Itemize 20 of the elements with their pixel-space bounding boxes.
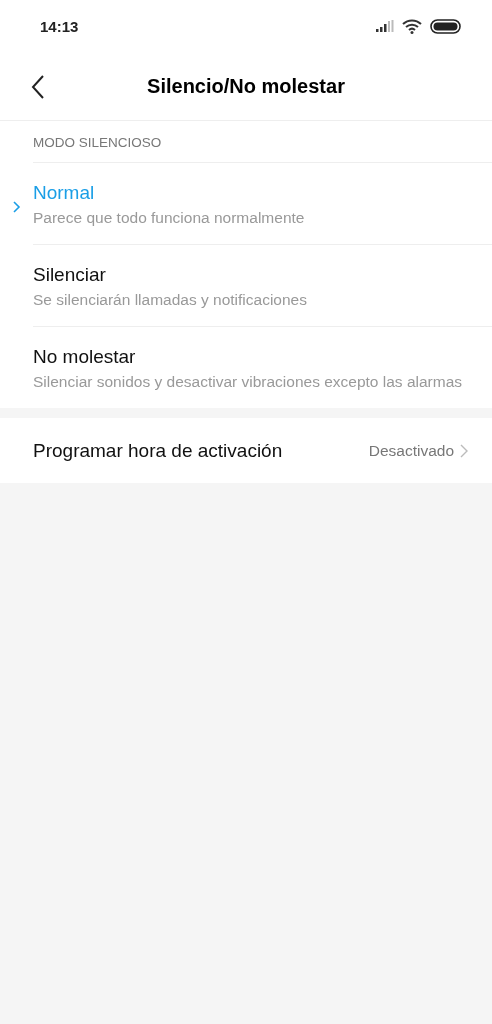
mode-description: Se silenciarán llamadas y notificaciones	[33, 290, 308, 310]
battery-icon	[430, 18, 462, 34]
back-button[interactable]	[30, 74, 46, 100]
chevron-icon	[12, 200, 22, 214]
schedule-row[interactable]: Programar hora de activación Desactivado	[0, 418, 492, 483]
chevron-icon	[460, 443, 468, 458]
mode-description: Parece que todo funciona normalmente	[33, 208, 306, 228]
wifi-icon	[402, 18, 422, 34]
schedule-value: Desactivado	[368, 441, 454, 460]
page-title: Silencio/No molestar	[147, 74, 345, 98]
status-time: 14:13	[40, 17, 79, 35]
signal-icon	[376, 20, 394, 32]
mode-title: No molestar	[33, 346, 136, 368]
section-header: MODO SILENCIOSO	[32, 134, 163, 152]
schedule-label: Programar hora de activación	[33, 439, 283, 462]
mode-option[interactable]: Silenciar Se silenciarán llamadas y notificaciones	[33, 244, 492, 326]
mode-description: Silenciar sonidos y desactivar vibraciones excepto las alarmas	[33, 372, 464, 392]
mode-option[interactable]: No molestar Silenciar sonidos y desactivar vibraciones excepto las alarmas	[33, 326, 492, 408]
mode-title: Normal	[33, 182, 95, 204]
mode-title: Silenciar	[33, 264, 106, 286]
